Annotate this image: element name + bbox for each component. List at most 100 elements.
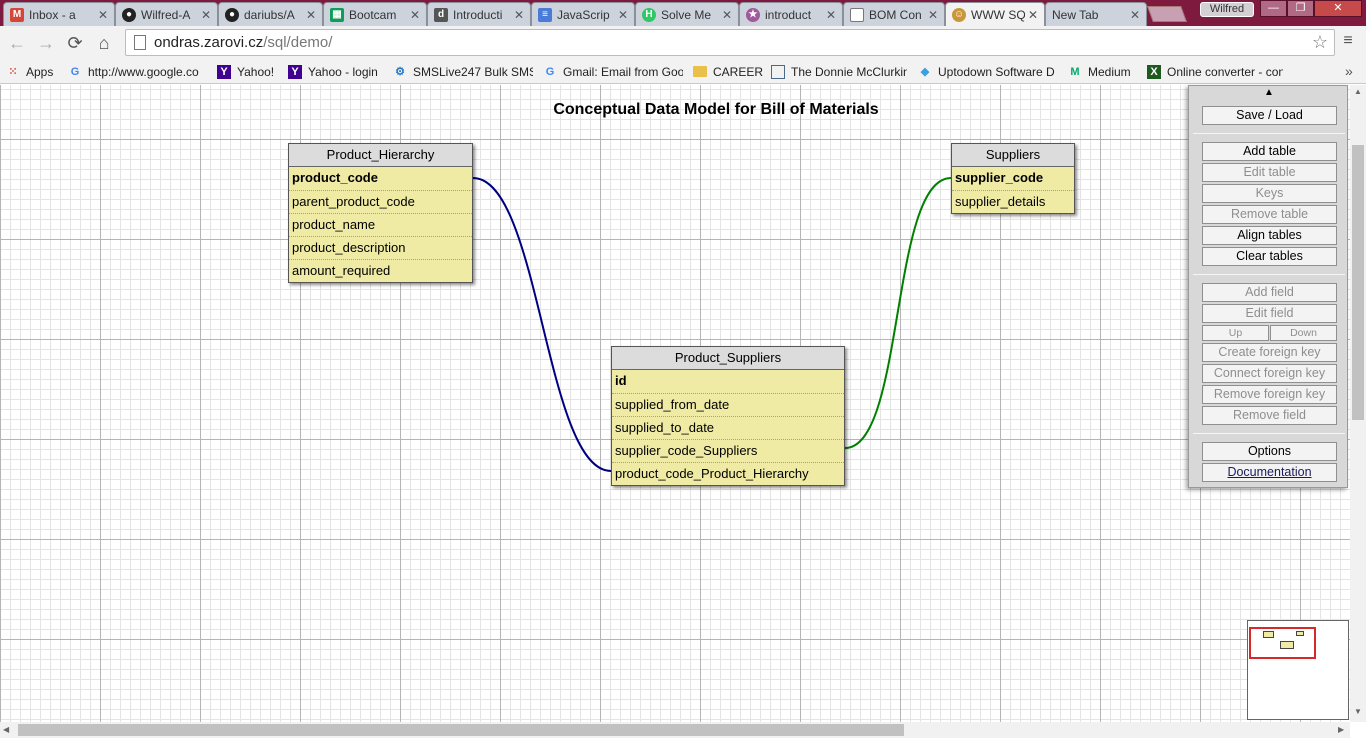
field-product-name[interactable]: product_name	[289, 213, 472, 236]
close-tab-icon[interactable]: ✕	[928, 8, 938, 22]
close-tab-icon[interactable]: ✕	[514, 8, 524, 22]
bookmark-gmail[interactable]: G Gmail: Email from Goo	[543, 62, 683, 81]
edit-table-button[interactable]: Edit table	[1202, 163, 1337, 182]
bookmark-uptodown[interactable]: ◆ Uptodown Software D	[918, 62, 1056, 81]
bookmark-yahoo-login[interactable]: Y Yahoo - login	[288, 62, 385, 81]
bookmark-apps[interactable]: ⁙ Apps	[6, 62, 60, 81]
minimize-button[interactable]: —	[1260, 0, 1287, 17]
add-table-button[interactable]: Add table	[1202, 142, 1337, 161]
close-window-button[interactable]: ✕	[1314, 0, 1362, 17]
tab-inbox[interactable]: M Inbox - a ✕	[3, 2, 115, 26]
field-supplier-details[interactable]: supplier_details	[952, 190, 1074, 213]
close-tab-icon[interactable]: ✕	[98, 8, 108, 22]
url-text: ondras.zarovi.cz/sql/demo/	[154, 34, 332, 51]
tab-javascript[interactable]: ≡ JavaScrip ✕	[531, 2, 635, 26]
bookmark-google[interactable]: G http://www.google.co	[68, 62, 208, 81]
edit-field-button[interactable]: Edit field	[1202, 304, 1337, 323]
bookmark-star-icon[interactable]: ☆	[1312, 32, 1328, 53]
connect-foreign-key-button[interactable]: Connect foreign key	[1202, 364, 1337, 383]
minimap-viewport[interactable]	[1249, 627, 1316, 659]
field-id[interactable]: id	[612, 370, 844, 393]
move-field-up-button[interactable]: Up	[1202, 325, 1269, 341]
options-button[interactable]: Options	[1202, 442, 1337, 461]
scroll-left-icon[interactable]: ◀	[3, 725, 9, 734]
close-tab-icon[interactable]: ✕	[410, 8, 420, 22]
tab-bom[interactable]: BOM Con ✕	[843, 2, 945, 26]
tab-solve-me[interactable]: H Solve Me ✕	[635, 2, 739, 26]
back-icon[interactable]: ←	[6, 32, 28, 54]
align-tables-button[interactable]: Align tables	[1202, 226, 1337, 245]
bookmarks-overflow-icon[interactable]: »	[1345, 63, 1353, 79]
tab-wilfred-github[interactable]: ● Wilfred-A ✕	[115, 2, 218, 26]
field-product-description[interactable]: product_description	[289, 236, 472, 259]
bookmark-label: Yahoo - login	[308, 64, 378, 79]
bookmark-online-converter[interactable]: X Online converter - con	[1147, 62, 1283, 81]
tab-new-tab[interactable]: New Tab ✕	[1045, 2, 1147, 26]
bookmark-yahoo[interactable]: Y Yahoo!	[217, 62, 280, 81]
close-tab-icon[interactable]: ✕	[1130, 8, 1140, 22]
remove-table-button[interactable]: Remove table	[1202, 205, 1337, 224]
table-title[interactable]: Product_Hierarchy	[289, 144, 472, 167]
horizontal-scrollbar[interactable]: ◀ ▶	[0, 722, 1350, 738]
documentation-link[interactable]: Documentation	[1202, 463, 1337, 482]
field-product-code-product-hierarchy[interactable]: product_code_Product_Hierarchy	[612, 462, 844, 485]
field-supplied-to-date[interactable]: supplied_to_date	[612, 416, 844, 439]
table-title[interactable]: Product_Suppliers	[612, 347, 844, 370]
table-title[interactable]: Suppliers	[952, 144, 1074, 167]
tab-www-sql[interactable]: ☺ WWW SQ ✕	[945, 2, 1045, 26]
remove-foreign-key-button[interactable]: Remove foreign key	[1202, 385, 1337, 404]
tab-title: introduct	[765, 7, 812, 22]
diagram-canvas[interactable]: Conceptual Data Model for Bill of Materi…	[0, 85, 1350, 722]
bookmark-career[interactable]: CAREER	[693, 62, 763, 81]
field-supplier-code-suppliers[interactable]: supplier_code_Suppliers	[612, 439, 844, 462]
close-tab-icon[interactable]: ✕	[618, 8, 628, 22]
menu-icon[interactable]: ≡	[1340, 32, 1356, 50]
table-product-hierarchy[interactable]: Product_Hierarchy product_code parent_pr…	[288, 143, 473, 283]
table-product-suppliers[interactable]: Product_Suppliers id supplied_from_date …	[611, 346, 845, 486]
field-supplied-from-date[interactable]: supplied_from_date	[612, 393, 844, 416]
close-tab-icon[interactable]: ✕	[306, 8, 316, 22]
minimap[interactable]	[1247, 620, 1349, 720]
keys-button[interactable]: Keys	[1202, 184, 1337, 203]
close-tab-icon[interactable]: ✕	[201, 8, 211, 22]
field-supplier-code[interactable]: supplier_code	[952, 167, 1074, 190]
scroll-down-icon[interactable]: ▼	[1354, 707, 1362, 716]
remove-field-button[interactable]: Remove field	[1202, 406, 1337, 425]
close-tab-icon[interactable]: ✕	[1028, 8, 1038, 22]
bookmark-donnie[interactable]: The Donnie McClurkin	[771, 62, 907, 81]
clear-tables-button[interactable]: Clear tables	[1202, 247, 1337, 266]
tab-dariubs-github[interactable]: ● dariubs/A ✕	[218, 2, 323, 26]
add-field-button[interactable]: Add field	[1202, 283, 1337, 302]
scroll-right-icon[interactable]: ▶	[1338, 725, 1344, 734]
vertical-scrollbar[interactable]: ▲ ▼	[1350, 85, 1366, 722]
profile-button[interactable]: Wilfred	[1200, 2, 1254, 17]
field-amount-required[interactable]: amount_required	[289, 259, 472, 282]
collapse-panel-icon[interactable]: ▲	[1264, 87, 1274, 98]
tab-bootcamp[interactable]: ▦ Bootcam ✕	[323, 2, 427, 26]
create-foreign-key-button[interactable]: Create foreign key	[1202, 343, 1337, 362]
relation-line-product-code[interactable]	[472, 177, 612, 472]
relation-line-supplier-code[interactable]	[844, 177, 952, 449]
tab-introduction[interactable]: d Introducti ✕	[427, 2, 531, 26]
table-suppliers[interactable]: Suppliers supplier_code supplier_details	[951, 143, 1075, 214]
close-tab-icon[interactable]: ✕	[826, 8, 836, 22]
tab-introduct[interactable]: ★ introduct ✕	[739, 2, 843, 26]
sheets-icon: ▦	[330, 7, 344, 22]
field-parent-product-code[interactable]: parent_product_code	[289, 190, 472, 213]
maximize-button[interactable]: ❐	[1287, 0, 1314, 17]
home-icon[interactable]: ⌂	[93, 32, 115, 54]
save-load-button[interactable]: Save / Load	[1202, 106, 1337, 125]
reload-icon[interactable]: ⟳	[64, 32, 86, 54]
bookmark-smslive[interactable]: ⚙ SMSLive247 Bulk SMS	[393, 62, 533, 81]
close-tab-icon[interactable]: ✕	[722, 8, 732, 22]
bookmark-medium[interactable]: M Medium	[1068, 62, 1138, 81]
forward-icon[interactable]: →	[35, 32, 57, 54]
horizontal-scroll-thumb[interactable]	[18, 724, 904, 736]
vertical-scroll-thumb[interactable]	[1352, 145, 1364, 420]
new-tab-button[interactable]	[1147, 6, 1187, 22]
scroll-up-icon[interactable]: ▲	[1354, 87, 1362, 96]
move-field-down-button[interactable]: Down	[1270, 325, 1337, 341]
field-product-code[interactable]: product_code	[289, 167, 472, 190]
tab-title: Inbox - a	[29, 7, 76, 22]
address-bar[interactable]: ondras.zarovi.cz/sql/demo/ ☆	[125, 29, 1335, 56]
